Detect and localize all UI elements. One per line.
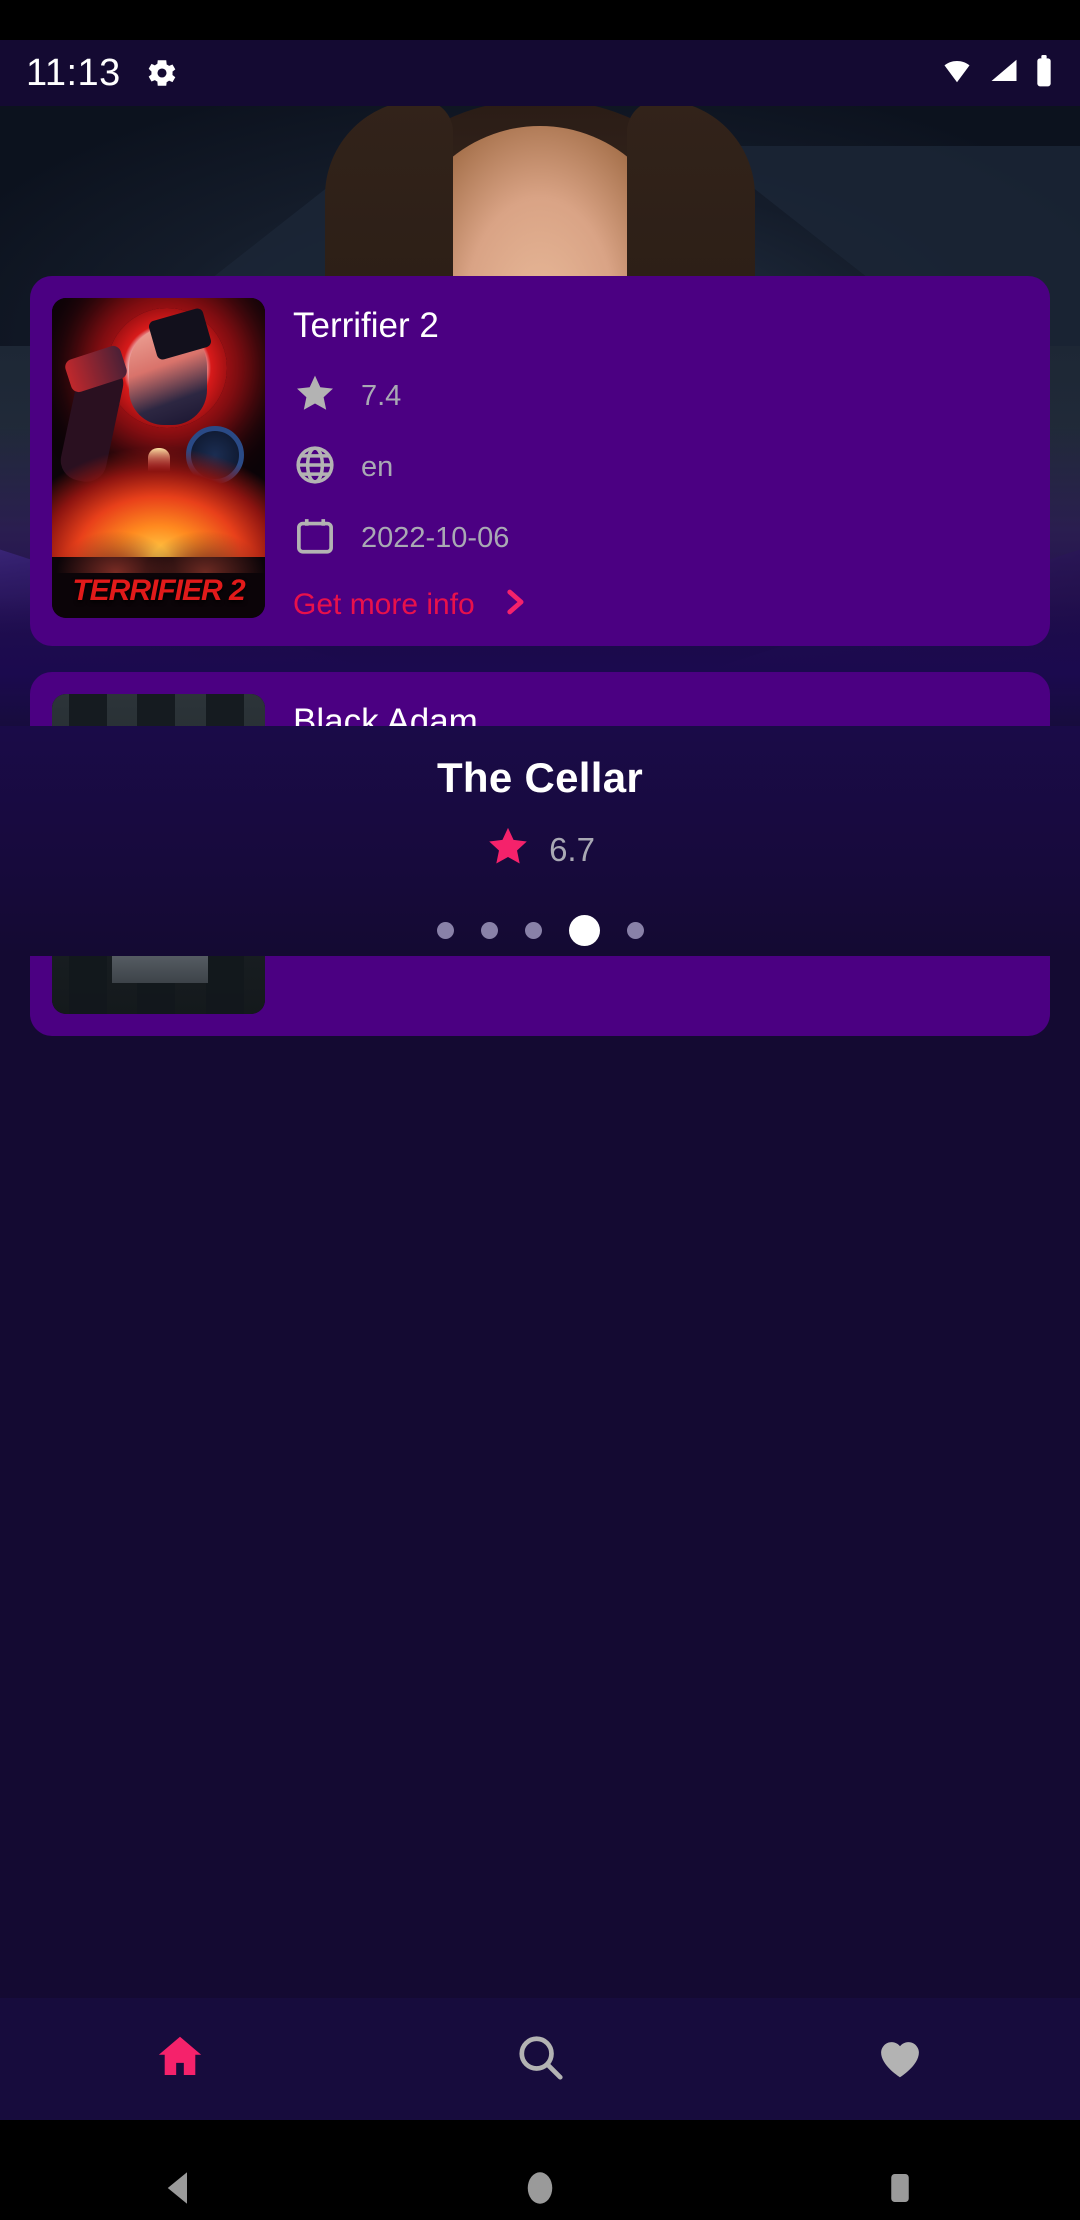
movie-title: Terrifier 2 <box>293 306 439 345</box>
hero-movie-title: The Cellar <box>436 754 644 801</box>
status-bar-indicators <box>940 54 1054 92</box>
get-more-info-label: Get more info <box>293 587 475 621</box>
wifi-icon <box>940 56 974 91</box>
nav-item-home[interactable] <box>0 2030 360 2089</box>
system-recents-button[interactable] <box>720 2167 1080 2214</box>
globe-icon <box>293 443 337 492</box>
system-home-button[interactable] <box>360 2167 720 2214</box>
movie-rating-row: 7.4 <box>293 372 1028 421</box>
carousel-dot-4[interactable] <box>568 915 600 946</box>
movie-language-row: en <box>293 443 1028 492</box>
home-circle-icon <box>519 2167 561 2214</box>
movie-poster-terrifier-2: TERRIFIER 2 <box>52 298 265 618</box>
back-icon <box>159 2167 201 2214</box>
carousel-dot-3[interactable] <box>524 922 542 939</box>
poster-title-text: TERRIFIER 2 <box>72 574 245 607</box>
movie-info: Terrifier 2 7.4 en 2022-10-06 Get more i… <box>293 298 1028 624</box>
carousel-dot-2[interactable] <box>480 922 498 939</box>
hero-rating: 6.7 <box>0 824 1080 875</box>
movie-language-value: en <box>361 451 394 483</box>
carousel-dot-5[interactable] <box>626 922 644 939</box>
movie-rating-value: 7.4 <box>361 380 402 412</box>
home-icon <box>153 2030 207 2089</box>
search-icon <box>513 2030 567 2089</box>
hero-rating-value: 6.7 <box>549 830 595 868</box>
movie-release-date: 2022-10-06 <box>361 522 510 554</box>
get-more-info-button[interactable]: Get more info <box>293 585 1028 624</box>
chevron-right-icon <box>497 585 531 624</box>
heart-icon <box>873 2030 927 2089</box>
bottom-navigation-bar <box>0 1998 1080 2120</box>
battery-icon <box>1034 54 1054 92</box>
status-bar-clock: 11:13 <box>26 51 121 94</box>
nav-item-search[interactable] <box>360 2030 720 2089</box>
hero-meta: The Cellar 6.7 <box>0 726 1080 956</box>
calendar-icon <box>293 514 337 563</box>
cellular-signal-icon <box>988 56 1020 91</box>
star-icon <box>485 824 531 875</box>
gear-icon <box>145 56 179 90</box>
carousel-dot-1[interactable] <box>436 922 454 939</box>
movie-release-row: 2022-10-06 <box>293 514 1028 563</box>
nav-item-favorites[interactable] <box>720 2030 1080 2089</box>
system-back-button[interactable] <box>0 2167 360 2214</box>
carousel-indicator[interactable] <box>0 915 1080 946</box>
status-bar: 11:13 <box>0 40 1080 106</box>
app-screen: 11:13 The Cellar 6.7 TERRIFIER 2 Terrifi… <box>0 40 1080 2220</box>
recents-square-icon <box>879 2167 921 2214</box>
android-system-navigation <box>0 2120 1080 2220</box>
star-icon <box>293 372 337 421</box>
movie-card-terrifier-2[interactable]: TERRIFIER 2 Terrifier 2 7.4 en 2022-10-0… <box>30 276 1050 646</box>
